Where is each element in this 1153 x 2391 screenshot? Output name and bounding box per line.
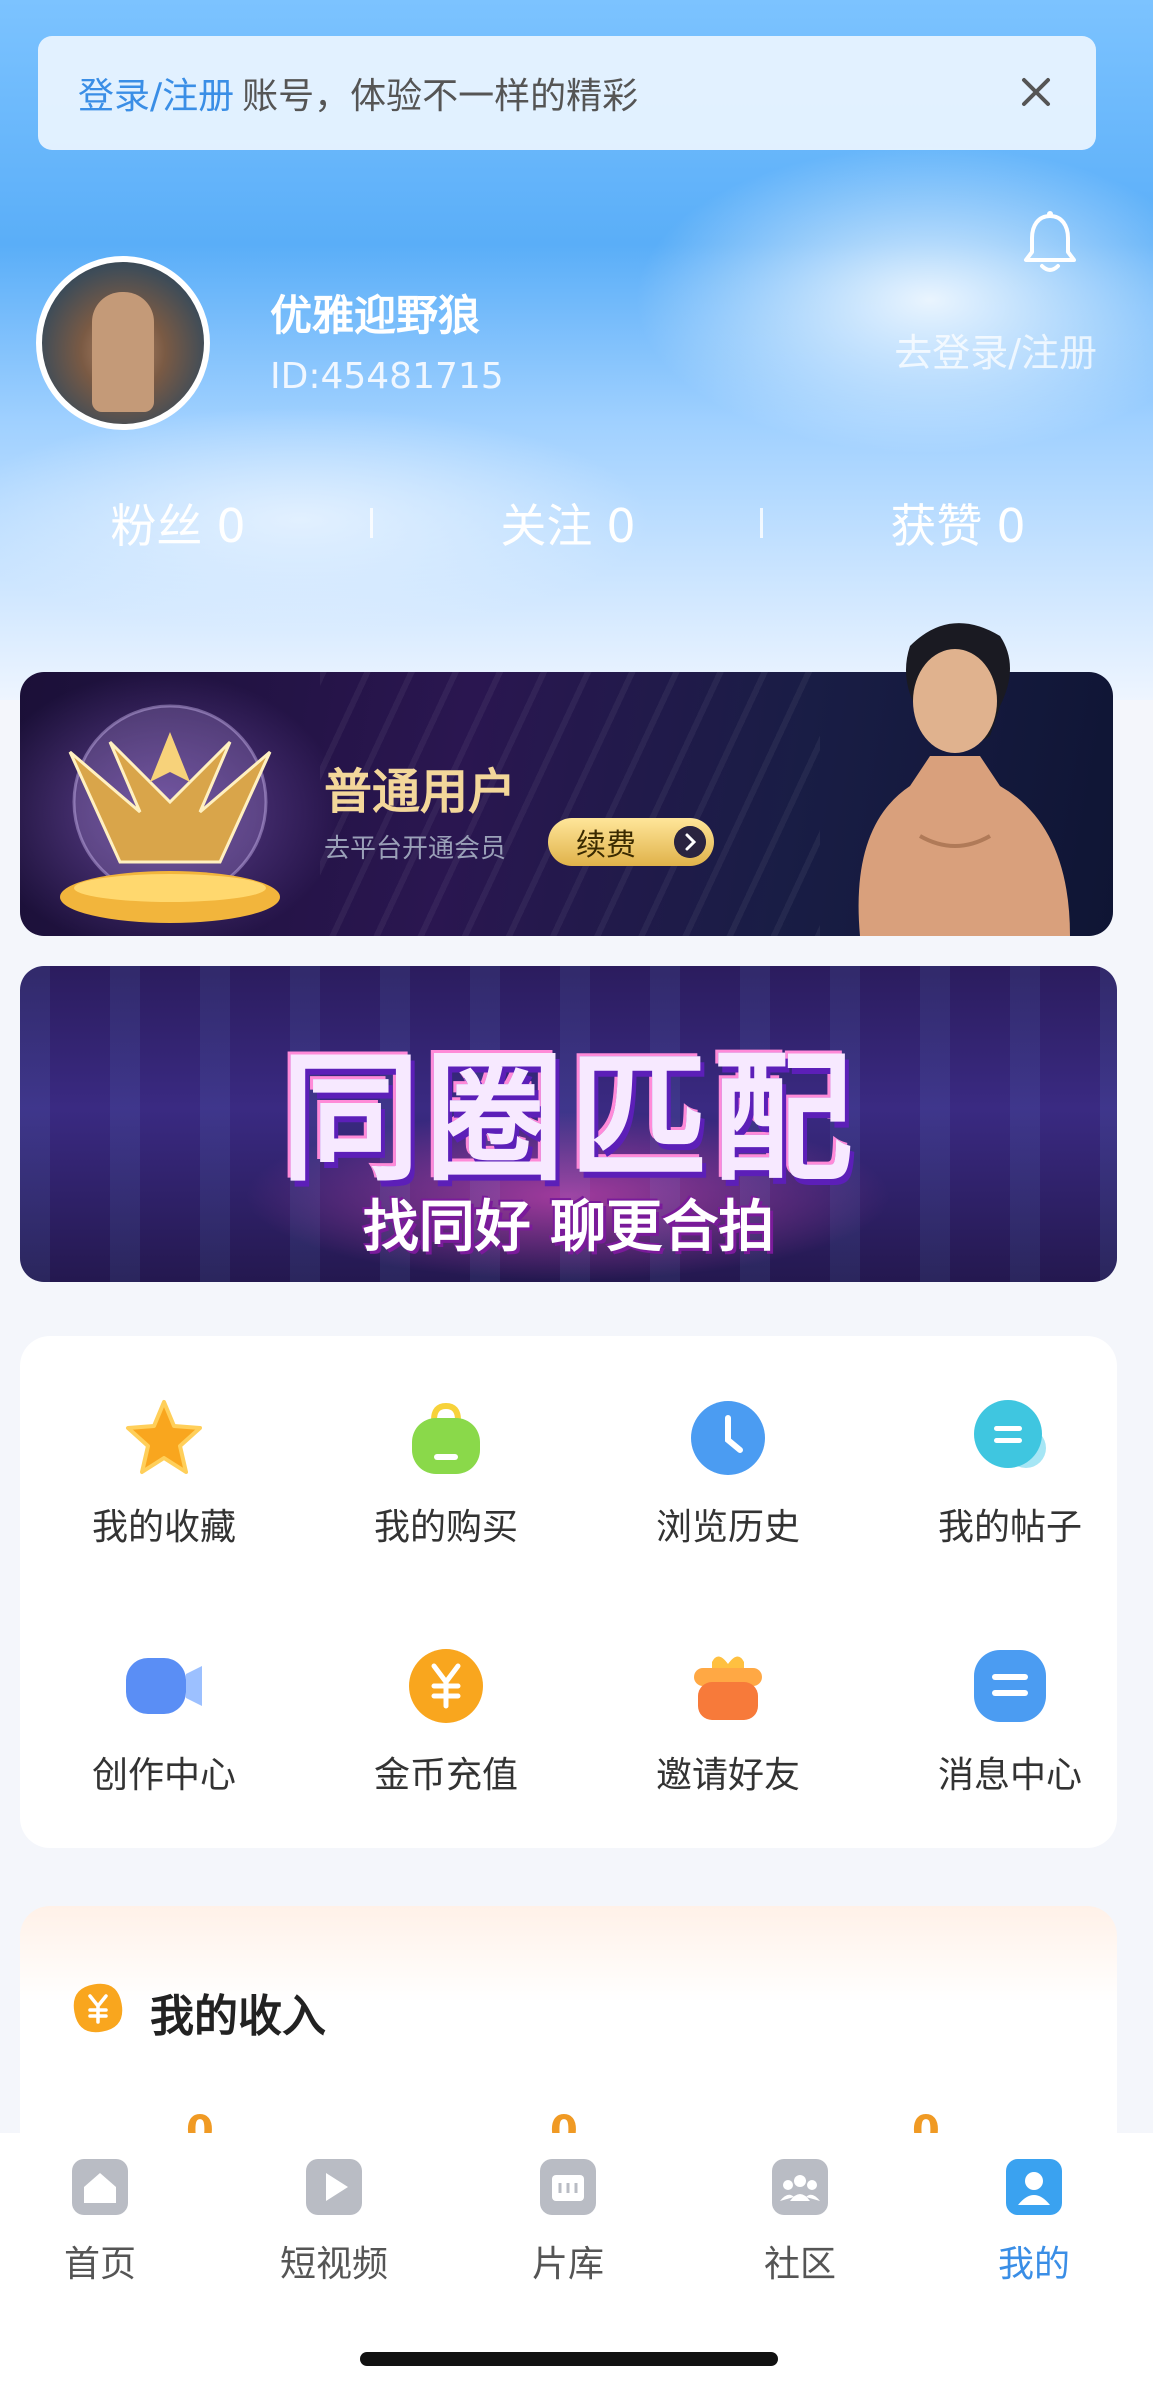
bell-icon[interactable] [1020,210,1080,276]
stat-label: 粉丝 [110,499,203,553]
stat-value: 0 [996,499,1026,553]
tab-label: 首页 [63,2244,136,2285]
tab-short-video[interactable]: 短视频 [234,2157,434,2297]
menu-creator-center[interactable]: 创作中心 [36,1646,276,1826]
coin-icon [409,1649,483,1723]
tab-mine[interactable]: 我的 [934,2157,1134,2297]
match-title: 同圈匹配 [280,1038,857,1201]
income-coin-icon [73,1983,123,2033]
menu-label: 浏览历史 [655,1507,800,1548]
tab-library[interactable]: 片库 [468,2157,668,2297]
library-icon [540,2159,596,2215]
stats-row: 粉丝 0 关注 0 获赞 0 [0,490,1153,560]
menu-label: 金币充值 [373,1755,518,1796]
match-subtitle: 找同好 聊更合拍 [362,1195,775,1260]
menu-label: 我的帖子 [937,1507,1082,1548]
play-icon [306,2159,362,2215]
function-grid: 我的收藏 我的购买 浏览历史 我的帖子 创作中心 金币充值 邀请好友 消息中心 [20,1336,1117,1848]
income-title: 我的收入 [150,1991,326,2042]
vip-model-image [858,623,1070,936]
menu-favorites[interactable]: 我的收藏 [36,1398,276,1578]
community-icon [772,2159,828,2215]
login-banner-message: 账号，体验不一样的精彩 [242,76,639,117]
menu-label: 邀请好友 [655,1755,800,1796]
menu-label: 我的购买 [373,1507,518,1548]
chat-icon [974,1400,1046,1468]
tab-label: 我的 [997,2244,1070,2285]
menu-label: 创作中心 [91,1755,236,1796]
stat-value: 0 [606,499,636,553]
menu-label: 消息中心 [937,1755,1082,1796]
stat-fans[interactable]: 粉丝 0 [28,490,328,556]
divider [370,508,373,538]
renew-label: 续费 [576,828,636,863]
tab-label: 片库 [531,2244,604,2285]
gift-icon [694,1656,762,1720]
menu-label: 我的收藏 [91,1507,236,1548]
tab-label: 社区 [763,2244,836,2285]
chevron-right-icon [674,826,706,858]
menu-invite-friends[interactable]: 邀请好友 [600,1646,840,1826]
tab-label: 短视频 [279,2244,388,2285]
user-id: ID:45481715 [270,356,504,397]
star-icon [126,1400,202,1474]
home-icon [72,2159,128,2215]
username: 优雅迎野狼 [270,291,481,340]
vip-level-title: 普通用户 [324,764,517,820]
profile-icon [1006,2159,1062,2215]
tab-community[interactable]: 社区 [700,2157,900,2297]
divider [760,508,763,538]
stat-label: 关注 [500,499,593,553]
stat-label: 获赞 [890,499,983,553]
stat-value: 0 [216,499,246,553]
message-icon [974,1650,1046,1722]
match-banner[interactable]: 同圈匹配 找同好 聊更合拍 [20,966,1117,1282]
menu-posts[interactable]: 我的帖子 [882,1398,1122,1578]
clock-icon [691,1401,765,1475]
bag-icon [412,1402,480,1474]
avatar[interactable] [36,256,210,430]
home-indicator[interactable] [360,2352,778,2366]
avatar-photo [92,292,154,412]
menu-history[interactable]: 浏览历史 [600,1398,840,1578]
camera-icon [126,1658,202,1714]
close-icon[interactable] [1014,70,1058,114]
login-register-button[interactable]: 去登录/注册 [894,322,1097,377]
stat-following[interactable]: 关注 0 [418,490,718,556]
renew-button[interactable]: 续费 [548,818,714,866]
income-card[interactable]: 我的收入 0 0 0 [20,1906,1117,2154]
login-banner[interactable]: 登录/注册 账号，体验不一样的精彩 [38,36,1096,150]
tab-home[interactable]: 首页 [0,2157,200,2297]
login-register-link[interactable]: 登录/注册 [78,67,234,119]
stat-likes[interactable]: 获赞 0 [808,490,1108,556]
vip-subtitle: 去平台开通会员 [324,834,507,864]
menu-message-center[interactable]: 消息中心 [882,1646,1122,1826]
menu-coin-recharge[interactable]: 金币充值 [318,1646,558,1826]
menu-purchases[interactable]: 我的购买 [318,1398,558,1578]
vip-badge-icon [60,704,280,923]
